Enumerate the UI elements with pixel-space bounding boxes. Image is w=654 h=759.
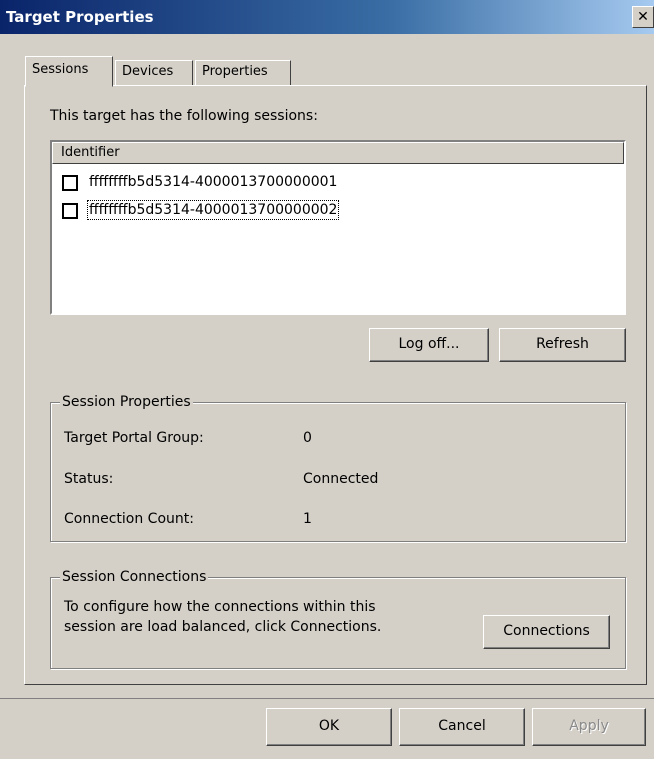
session-properties-legend: Session Properties [60,394,193,410]
session-connections-description: To configure how the connections within … [64,599,382,635]
session-checkbox[interactable] [62,175,78,191]
cancel-label: Cancel [438,718,486,734]
tab-properties[interactable]: Properties [195,60,291,86]
apply-label: Apply [569,718,609,734]
session-connections-legend: Session Connections [60,569,209,585]
session-identifier: ffffffffb5d5314-4000013700000001 [89,174,338,190]
connections-button[interactable]: Connections [483,615,610,649]
connection-count-value: 1 [303,511,312,527]
close-icon: ✕ [637,9,649,25]
status-label: Status: [64,471,114,487]
tab-devices-label: Devices [122,64,174,79]
target-portal-group-label: Target Portal Group: [64,430,204,446]
sessions-intro-text: This target has the following sessions: [50,108,318,124]
log-off-button[interactable]: Log off... [369,328,489,362]
cancel-button[interactable]: Cancel [399,708,525,746]
refresh-label: Refresh [536,336,589,352]
tab-sessions-label: Sessions [32,62,89,77]
tab-properties-label: Properties [202,64,268,79]
identifier-column-label: Identifier [61,145,120,160]
log-off-label: Log off... [398,336,460,352]
tab-sessions[interactable]: Sessions [25,56,113,87]
dialog-separator [0,698,654,699]
session-checkbox[interactable] [62,203,78,219]
apply-button[interactable]: Apply [532,708,646,746]
connections-label: Connections [503,623,590,639]
ok-label: OK [318,718,340,734]
session-identifier: ffffffffb5d5314-4000013700000002 [86,200,340,220]
target-portal-group-value: 0 [303,430,312,446]
identifier-column-header[interactable]: Identifier [52,142,624,164]
ok-button[interactable]: OK [266,708,392,746]
status-value: Connected [303,471,379,487]
close-button[interactable]: ✕ [632,6,654,28]
tab-devices[interactable]: Devices [115,60,193,86]
title-bar[interactable]: Target Properties ✕ [0,0,654,34]
target-properties-dialog: Target Properties ✕ Sessions Devices Pro… [0,0,654,759]
window-title: Target Properties [6,8,154,26]
refresh-button[interactable]: Refresh [499,328,626,362]
connection-count-label: Connection Count: [64,511,194,527]
sessions-list[interactable]: Identifier ffffffffb5d5314-4000013700000… [50,140,626,315]
